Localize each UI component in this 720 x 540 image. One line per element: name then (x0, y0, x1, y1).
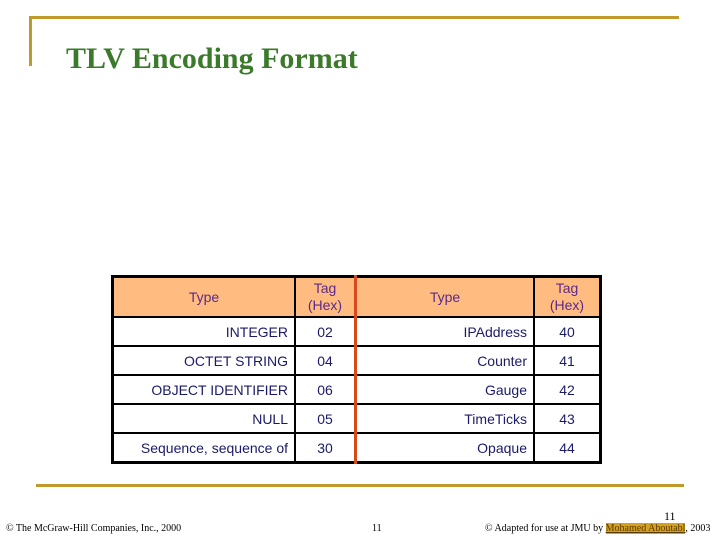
header-tag-right: Tag (Hex) (533, 275, 602, 318)
tag-right-cell: 41 (533, 345, 602, 376)
table-row: Sequence, sequence of 30 Opaque 44 (111, 432, 602, 464)
slide-title: TLV Encoding Format (66, 42, 358, 75)
type-right-cell: Opaque (354, 432, 535, 464)
footer-page-number: 11 (372, 523, 382, 534)
type-right-cell: IPAddress (354, 316, 535, 347)
tag-left-cell: 04 (294, 345, 357, 376)
table-header-row: Type Tag (Hex) Type Tag (Hex) (111, 275, 602, 318)
type-left-cell: INTEGER (111, 316, 296, 347)
bottom-rule (36, 484, 684, 487)
tag-right-cell: 42 (533, 374, 602, 405)
table-row: OCTET STRING 04 Counter 41 (111, 345, 602, 376)
left-rule (29, 16, 32, 66)
type-right-cell: TimeTicks (354, 403, 535, 434)
header-tag-left-line2: (Hex) (307, 297, 343, 313)
header-tag-left: Tag (Hex) (294, 275, 357, 318)
type-left-cell: Sequence, sequence of (111, 432, 296, 464)
header-tag-right-line1: Tag (555, 280, 579, 296)
table-row: NULL 05 TimeTicks 43 (111, 403, 602, 434)
tlv-tag-table: Type Tag (Hex) Type Tag (Hex) INTEGER 02 I… (111, 275, 602, 464)
top-rule (29, 16, 679, 19)
type-left-cell: OCTET STRING (111, 345, 296, 376)
type-left-cell: OBJECT IDENTIFIER (111, 374, 296, 405)
tag-left-cell: 30 (294, 432, 357, 464)
footer-adapted-prefix: © Adapted for use at JMU by (485, 523, 606, 534)
footer-adapted: © Adapted for use at JMU by Mohamed Abou… (485, 523, 710, 534)
header-tag-right-line2: (Hex) (549, 297, 585, 313)
type-right-cell: Gauge (354, 374, 535, 405)
tag-left-cell: 02 (294, 316, 357, 347)
footer-adapted-suffix: , 2003 (685, 523, 711, 534)
type-left-cell: NULL (111, 403, 296, 434)
slide-number: 11 (664, 509, 676, 523)
table-row: OBJECT IDENTIFIER 06 Gauge 42 (111, 374, 602, 405)
header-type-left: Type (111, 275, 296, 318)
table-row: INTEGER 02 IPAddress 40 (111, 316, 602, 347)
tag-left-cell: 06 (294, 374, 357, 405)
tag-right-cell: 40 (533, 316, 602, 347)
header-tag-left-line1: Tag (313, 280, 337, 296)
tag-left-cell: 05 (294, 403, 357, 434)
header-type-right: Type (354, 275, 535, 318)
type-right-cell: Counter (354, 345, 535, 376)
footer-copyright: © The McGraw-Hill Companies, Inc., 2000 (6, 523, 182, 534)
tag-right-cell: 44 (533, 432, 602, 464)
author-link[interactable]: Mohamed Aboutabl (605, 523, 686, 534)
tag-right-cell: 43 (533, 403, 602, 434)
